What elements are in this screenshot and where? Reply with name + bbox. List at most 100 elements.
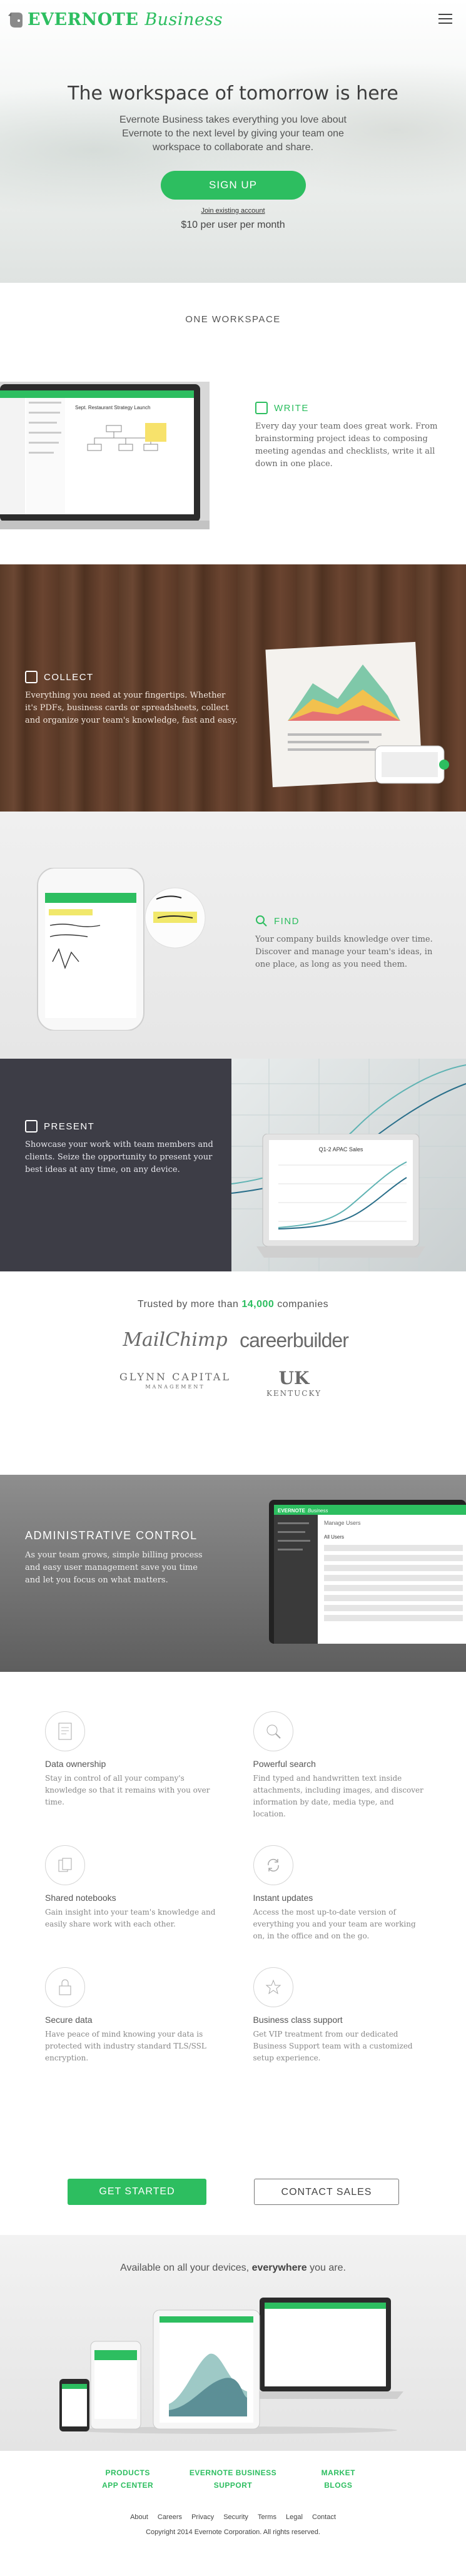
collect-feature: COLLECT Everything you need at your fing…	[25, 671, 238, 727]
hero-subtitle: Evernote Business takes everything you l…	[119, 115, 347, 153]
collect-title-row: COLLECT	[25, 671, 238, 683]
footer-link-legal[interactable]: Legal	[286, 2513, 303, 2521]
footer-link-careers[interactable]: Careers	[158, 2513, 182, 2521]
devices-prefix: Available on all your devices,	[120, 2263, 250, 2273]
page: The workspace of tomorrow is here Everno…	[0, 0, 466, 2576]
top-bar: EVERNOTE Business	[0, 0, 466, 39]
write-title-row: WRITE	[255, 402, 443, 414]
present-chart-title: Q1-2 APAC Sales	[319, 1146, 363, 1153]
trusted-heading: Trusted by more than 14,000 companies	[0, 1299, 466, 1310]
trusted-prefix: Trusted by more than	[137, 1299, 239, 1310]
present-title-row: PRESENT	[25, 1120, 225, 1133]
footer-link-support[interactable]: SUPPORT	[180, 2481, 285, 2490]
benefit-title: Secure data	[45, 2015, 93, 2025]
footer-link-app-center[interactable]: APP CENTER	[75, 2481, 180, 2490]
hero-section: The workspace of tomorrow is here Everno…	[0, 0, 466, 283]
benefit-instant-updates: Instant updates Access the most up-to-da…	[253, 1845, 427, 1942]
hamburger-menu-icon[interactable]	[438, 14, 452, 24]
admin-screen-brand-suffix: Business	[308, 1508, 328, 1514]
laptop-note-title: Sept. Restaurant Strategy Launch	[75, 405, 151, 410]
footer-link-blogs[interactable]: BLOGS	[286, 2481, 391, 2490]
benefit-body: Have peace of mind knowing your data is …	[45, 2030, 206, 2062]
admin-console-mockup: EVERNOTE Business Manage Users All Users	[269, 1500, 466, 1644]
university-of-kentucky-logo: UK KENTUCKY	[238, 1370, 350, 1401]
admin-section: ADMINISTRATIVE CONTROL As your team grow…	[0, 1475, 466, 1672]
footer-link-evernote-business[interactable]: EVERNOTE BUSINESS	[180, 2468, 285, 2477]
write-feature: WRITE Every day your team does great wor…	[255, 402, 443, 471]
admin-all-users: All Users	[324, 1534, 344, 1540]
benefit-title: Business class support	[253, 2015, 343, 2025]
sign-up-button[interactable]: SIGN UP	[160, 171, 306, 200]
glynn-capital-name: GLYNN CAPITAL	[119, 1371, 231, 1383]
get-started-button[interactable]: GET STARTED	[68, 2179, 206, 2205]
hero-title: The workspace of tomorrow is here	[68, 83, 398, 104]
footer-link-market[interactable]: MARKET	[286, 2468, 391, 2477]
footer-link-terms[interactable]: Terms	[258, 2513, 276, 2521]
trusted-count: 14,000	[241, 1299, 275, 1310]
devices-emphasis: everywhere	[251, 2263, 307, 2273]
benefit-body: Gain insight into your team's knowledge …	[45, 1908, 216, 1928]
benefit-body: Find typed and handwritten text inside a…	[253, 1774, 423, 1818]
collect-documents-image	[265, 641, 449, 788]
lock-icon	[45, 1967, 85, 2007]
star-icon	[253, 1967, 293, 2007]
footer-legal-links: About Careers Privacy Security Terms Leg…	[0, 2513, 466, 2521]
benefit-body: Access the most up-to-date version of ev…	[253, 1908, 416, 1940]
footer-link-products[interactable]: PRODUCTS	[75, 2468, 180, 2477]
benefit-body: Stay in control of all your company's kn…	[45, 1774, 210, 1806]
present-section: Q1-2 APAC Sales PRESENT Showcase your wo…	[0, 1059, 466, 1271]
find-feature: FIND Your company builds knowledge over …	[255, 915, 443, 971]
benefit-title: Powerful search	[253, 1759, 316, 1769]
find-title: FIND	[274, 915, 300, 927]
devices-section: Available on all your devices, everywher…	[0, 2235, 466, 2451]
devices-suffix: you are.	[310, 2263, 346, 2273]
find-body: Your company builds knowledge over time.…	[255, 935, 433, 969]
collect-icon	[25, 671, 38, 683]
present-body: Showcase your work with team members and…	[25, 1140, 213, 1174]
present-icon	[25, 1120, 38, 1133]
footer-link-privacy[interactable]: Privacy	[191, 2513, 214, 2521]
footer-link-security[interactable]: Security	[223, 2513, 248, 2521]
brand-business: Business	[144, 9, 223, 29]
laptop-present-mockup: Q1-2 APAC Sales	[256, 1134, 425, 1258]
copyright: Copyright 2014 Evernote Corporation. All…	[146, 2528, 320, 2536]
present-title: PRESENT	[44, 1121, 95, 1132]
collect-body: Everything you need at your fingertips. …	[25, 691, 238, 725]
footer: PRODUCTS EVERNOTE BUSINESS MARKET APP CE…	[0, 2451, 466, 2576]
benefits-grid: Data ownership Stay in control of all yo…	[45, 1711, 427, 2064]
collect-title: COLLECT	[44, 671, 94, 683]
benefit-title: Instant updates	[253, 1893, 313, 1903]
collect-section: COLLECT Everything you need at your fing…	[0, 564, 466, 812]
write-icon	[255, 402, 268, 414]
admin-feature: ADMINISTRATIVE CONTROL As your team grow…	[25, 1528, 206, 1587]
admin-screen-brand: EVERNOTE	[278, 1508, 306, 1514]
sync-icon	[253, 1845, 293, 1885]
brand-name: EVERNOTE Business	[28, 10, 223, 29]
benefit-business-class-support: Business class support Get VIP treatment…	[253, 1967, 427, 2064]
benefit-title: Shared notebooks	[45, 1893, 116, 1903]
benefit-data-ownership: Data ownership Stay in control of all yo…	[45, 1711, 219, 1820]
benefit-shared-notebooks: Shared notebooks Gain insight into your …	[45, 1845, 219, 1942]
notebooks-icon	[45, 1845, 85, 1885]
document-lock-icon	[45, 1711, 85, 1751]
one-workspace-label: ONE WORKSPACE	[185, 314, 281, 325]
footer-link-about[interactable]: About	[130, 2513, 148, 2521]
search-icon	[256, 915, 267, 927]
trusted-suffix: companies	[277, 1299, 329, 1310]
contact-sales-button[interactable]: CONTACT SALES	[254, 2179, 399, 2205]
phone-handwriting-mockup	[37, 868, 206, 1031]
footer-link-contact[interactable]: Contact	[312, 2513, 336, 2521]
laptop-note-mockup: Sept. Restaurant Strategy Launch	[0, 382, 210, 529]
brand-evernote: EVERNOTE	[28, 9, 139, 29]
brand-logo[interactable]: EVERNOTE Business	[8, 10, 223, 29]
benefit-title: Data ownership	[45, 1759, 106, 1769]
write-title: WRITE	[274, 402, 309, 414]
price-text: $10 per user per month	[181, 220, 285, 230]
search-icon	[253, 1711, 293, 1751]
careerbuilder-logo: careerbuilder	[240, 1329, 349, 1352]
hero-content: The workspace of tomorrow is here Everno…	[0, 83, 466, 231]
join-existing-account-link[interactable]: Join existing account	[0, 207, 466, 215]
write-body: Every day your team does great work. Fro…	[255, 422, 438, 469]
trusted-section: Trusted by more than 14,000 companies Ma…	[0, 1271, 466, 1475]
benefit-body: Get VIP treatment from our dedicated Bus…	[253, 2030, 413, 2062]
